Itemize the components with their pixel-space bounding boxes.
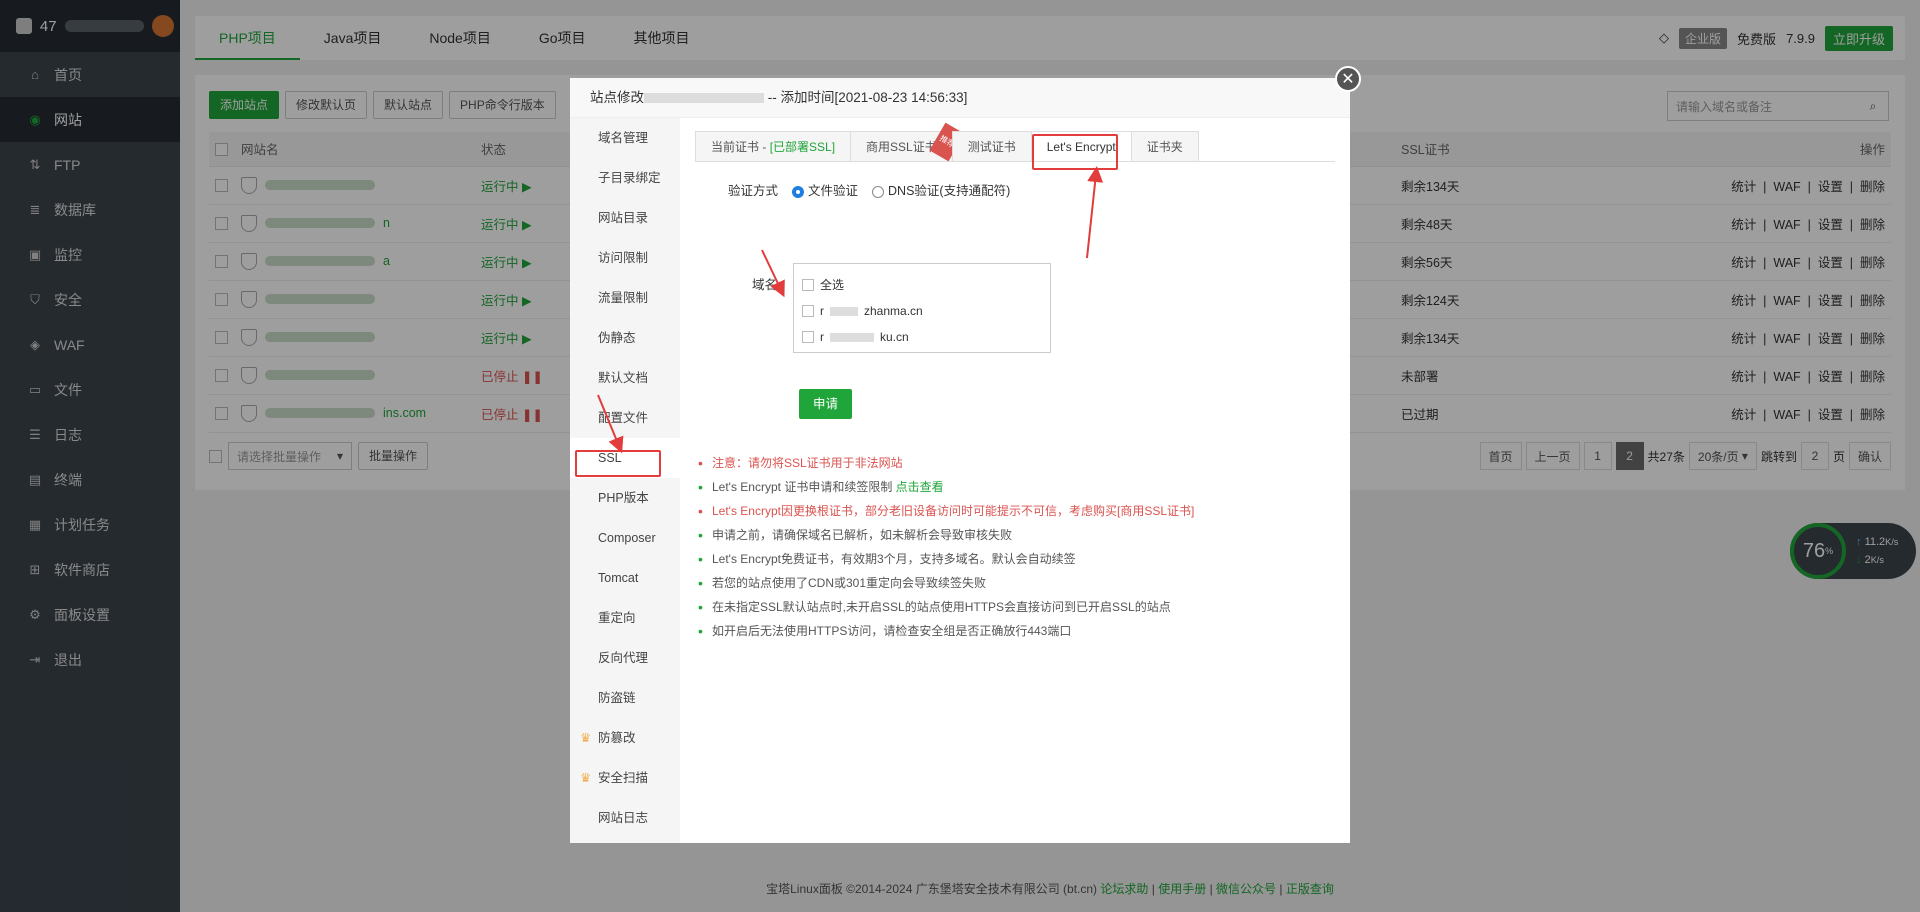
annotation-arrows — [597, 166, 1104, 454]
